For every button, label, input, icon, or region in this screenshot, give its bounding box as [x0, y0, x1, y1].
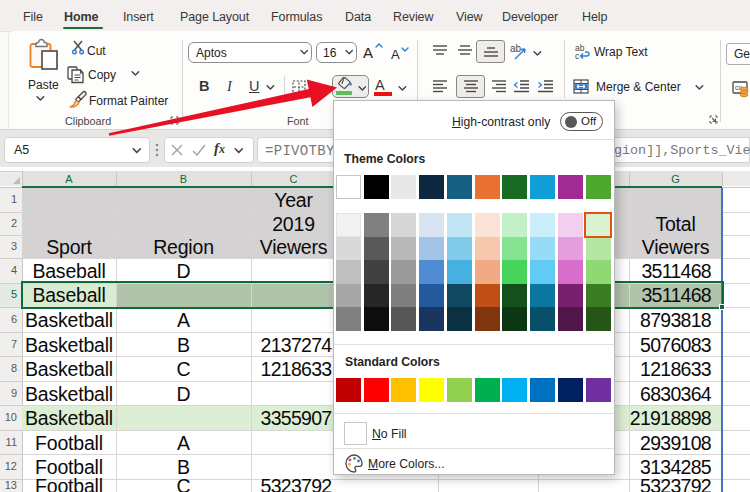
svg-text:ab: ab: [510, 43, 522, 54]
